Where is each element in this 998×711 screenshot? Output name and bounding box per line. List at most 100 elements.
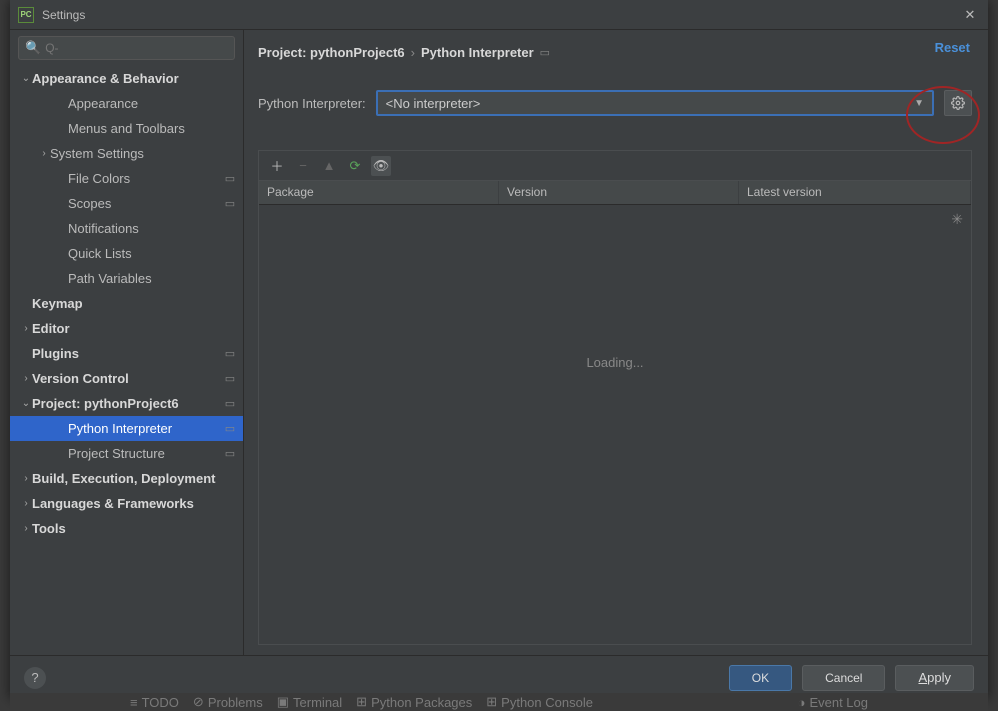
sb-todo[interactable]: ≡ TODO: [130, 695, 179, 710]
ide-statusbar: ≡ TODO ⊘ Problems ▣ Terminal ⊞ Python Pa…: [10, 693, 988, 711]
tree-item-label: Notifications: [68, 221, 237, 236]
tree-item[interactable]: Path Variables: [10, 266, 243, 291]
refresh-icon[interactable]: ⟳: [345, 156, 365, 176]
scope-icon: ▭: [223, 347, 237, 360]
tree-item[interactable]: Plugins▭: [10, 341, 243, 366]
package-toolbar: ＋ − ▲ ⟳ 👁: [258, 150, 972, 180]
tree-item[interactable]: Project Structure▭: [10, 441, 243, 466]
tree-item[interactable]: ›Tools: [10, 516, 243, 541]
settings-tree[interactable]: ⌄Appearance & BehaviorAppearanceMenus an…: [10, 66, 243, 655]
scope-icon: ▭: [223, 372, 237, 385]
cancel-button[interactable]: Cancel: [802, 665, 885, 691]
tree-item[interactable]: ›Version Control▭: [10, 366, 243, 391]
tree-item-label: Scopes: [68, 196, 223, 211]
scope-icon: ▭: [223, 172, 237, 185]
tree-item[interactable]: Scopes▭: [10, 191, 243, 216]
tree-item[interactable]: Menus and Toolbars: [10, 116, 243, 141]
tree-item[interactable]: Quick Lists: [10, 241, 243, 266]
settings-dialog: PC Settings ✕ 🔍 ⌄Appearance & BehaviorAp…: [10, 0, 988, 699]
breadcrumb: Project: pythonProject6 › Python Interpr…: [258, 40, 972, 64]
tree-item-label: Keymap: [32, 296, 237, 311]
tree-item[interactable]: Appearance: [10, 91, 243, 116]
tree-item-label: Editor: [32, 321, 237, 336]
breadcrumb-page: Python Interpreter: [421, 45, 534, 60]
tree-item[interactable]: ⌄Appearance & Behavior: [10, 66, 243, 91]
breadcrumb-project: Project: pythonProject6: [258, 45, 405, 60]
show-early-icon[interactable]: 👁: [371, 156, 391, 176]
add-package-icon[interactable]: ＋: [267, 156, 287, 176]
table-body: ✳ Loading...: [259, 205, 971, 644]
scope-icon: ▭: [223, 447, 237, 460]
breadcrumb-scope-icon: ▭: [540, 46, 550, 59]
chevron-right-icon[interactable]: ›: [38, 148, 50, 159]
scope-icon: ▭: [223, 197, 237, 210]
sb-python-console[interactable]: ⊞ Python Console: [486, 694, 593, 710]
chevron-down-icon[interactable]: ⌄: [20, 73, 32, 84]
tree-item[interactable]: ›System Settings: [10, 141, 243, 166]
chevron-right-icon[interactable]: ›: [20, 498, 32, 509]
sb-problems[interactable]: ⊘ Problems: [193, 694, 263, 710]
loading-text: Loading...: [586, 355, 643, 370]
tree-item-label: System Settings: [50, 146, 237, 161]
tree-item-label: Menus and Toolbars: [68, 121, 237, 136]
tree-item[interactable]: ›Editor: [10, 316, 243, 341]
chevron-right-icon[interactable]: ›: [20, 523, 32, 534]
tree-item-label: Quick Lists: [68, 246, 237, 261]
reset-link[interactable]: Reset: [935, 40, 970, 55]
packages-table: Package Version Latest version ✳ Loading…: [258, 180, 972, 645]
chevron-right-icon[interactable]: ›: [20, 373, 32, 384]
tree-item-label: File Colors: [68, 171, 223, 186]
window-title: Settings: [42, 8, 960, 22]
interpreter-value: <No interpreter>: [386, 96, 914, 111]
loading-spinner-icon: ✳: [951, 211, 963, 228]
col-version[interactable]: Version: [499, 181, 739, 204]
tree-item-label: Build, Execution, Deployment: [32, 471, 237, 486]
tree-item-label: Languages & Frameworks: [32, 496, 237, 511]
tree-item[interactable]: File Colors▭: [10, 166, 243, 191]
tree-item-label: Project: pythonProject6: [32, 396, 223, 411]
tree-item-label: Python Interpreter: [68, 421, 223, 436]
chevron-right-icon[interactable]: ›: [20, 473, 32, 484]
col-latest[interactable]: Latest version: [739, 181, 971, 204]
tree-item-label: Appearance & Behavior: [32, 71, 237, 86]
interpreter-label: Python Interpreter:: [258, 96, 366, 111]
interpreter-select[interactable]: <No interpreter> ▼: [376, 90, 934, 116]
tree-item-label: Version Control: [32, 371, 223, 386]
tree-item[interactable]: ⌄Project: pythonProject6▭: [10, 391, 243, 416]
gear-icon[interactable]: [944, 90, 972, 116]
sb-event-log[interactable]: ◑ Event Log: [798, 695, 868, 710]
help-icon[interactable]: ?: [24, 667, 46, 689]
settings-content: Project: pythonProject6 › Python Interpr…: [244, 30, 988, 655]
search-input[interactable]: [45, 41, 228, 55]
scope-icon: ▭: [223, 422, 237, 435]
tree-item-label: Plugins: [32, 346, 223, 361]
tree-item[interactable]: ›Build, Execution, Deployment: [10, 466, 243, 491]
ok-button[interactable]: OK: [729, 665, 792, 691]
chevron-right-icon[interactable]: ›: [20, 323, 32, 334]
tree-item-label: Project Structure: [68, 446, 223, 461]
tree-item-label: Tools: [32, 521, 237, 536]
titlebar: PC Settings ✕: [10, 0, 988, 30]
breadcrumb-sep: ›: [411, 45, 415, 60]
search-icon: 🔍: [25, 40, 41, 56]
tree-item[interactable]: Python Interpreter▭: [10, 416, 243, 441]
chevron-down-icon: ▼: [914, 98, 924, 109]
tree-item[interactable]: Keymap: [10, 291, 243, 316]
remove-package-icon: −: [293, 156, 313, 176]
sb-python-packages[interactable]: ⊞ Python Packages: [356, 694, 472, 710]
col-package[interactable]: Package: [259, 181, 499, 204]
tree-item[interactable]: ›Languages & Frameworks: [10, 491, 243, 516]
tree-item-label: Path Variables: [68, 271, 237, 286]
close-icon[interactable]: ✕: [960, 5, 980, 25]
settings-sidebar: 🔍 ⌄Appearance & BehaviorAppearanceMenus …: [10, 30, 244, 655]
table-header: Package Version Latest version: [259, 181, 971, 205]
tree-item-label: Appearance: [68, 96, 237, 111]
scope-icon: ▭: [223, 397, 237, 410]
apply-button[interactable]: Apply: [895, 665, 974, 691]
tree-item[interactable]: Notifications: [10, 216, 243, 241]
chevron-down-icon[interactable]: ⌄: [20, 398, 32, 409]
sb-terminal[interactable]: ▣ Terminal: [277, 694, 342, 710]
upgrade-package-icon: ▲: [319, 156, 339, 176]
settings-search[interactable]: 🔍: [18, 36, 235, 60]
pycharm-app-icon: PC: [18, 7, 34, 23]
